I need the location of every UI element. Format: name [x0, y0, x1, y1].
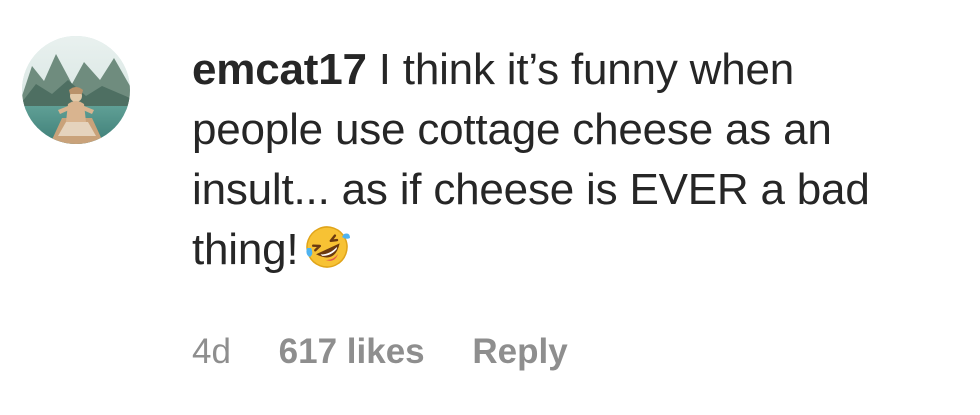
- comment-text-line: thing!: [192, 225, 299, 274]
- comment-line-2: people use cottage cheese as an: [192, 105, 832, 154]
- comment-timestamp[interactable]: 4d: [192, 330, 231, 374]
- comment-body: emcat17 I think it’s funny when people u…: [192, 40, 967, 280]
- rolling-on-the-floor-laughing-emoji-icon: [304, 224, 351, 270]
- comment-text-line: I think it’s funny when: [366, 45, 795, 94]
- avatar-photo: [22, 36, 130, 144]
- likes-count-link[interactable]: 617 likes: [279, 330, 425, 374]
- comment-line-1: emcat17 I think it’s funny when: [192, 40, 967, 100]
- comment: emcat17 I think it’s funny when people u…: [0, 0, 980, 415]
- reply-button[interactable]: Reply: [472, 330, 567, 374]
- username-link[interactable]: emcat17: [192, 45, 367, 94]
- comment-line-3: insult... as if cheese is EVER a bad: [192, 165, 870, 214]
- comment-line-4: thing!: [192, 220, 967, 280]
- avatar[interactable]: [22, 36, 130, 144]
- comment-meta: 4d 617 likes Reply: [192, 330, 606, 374]
